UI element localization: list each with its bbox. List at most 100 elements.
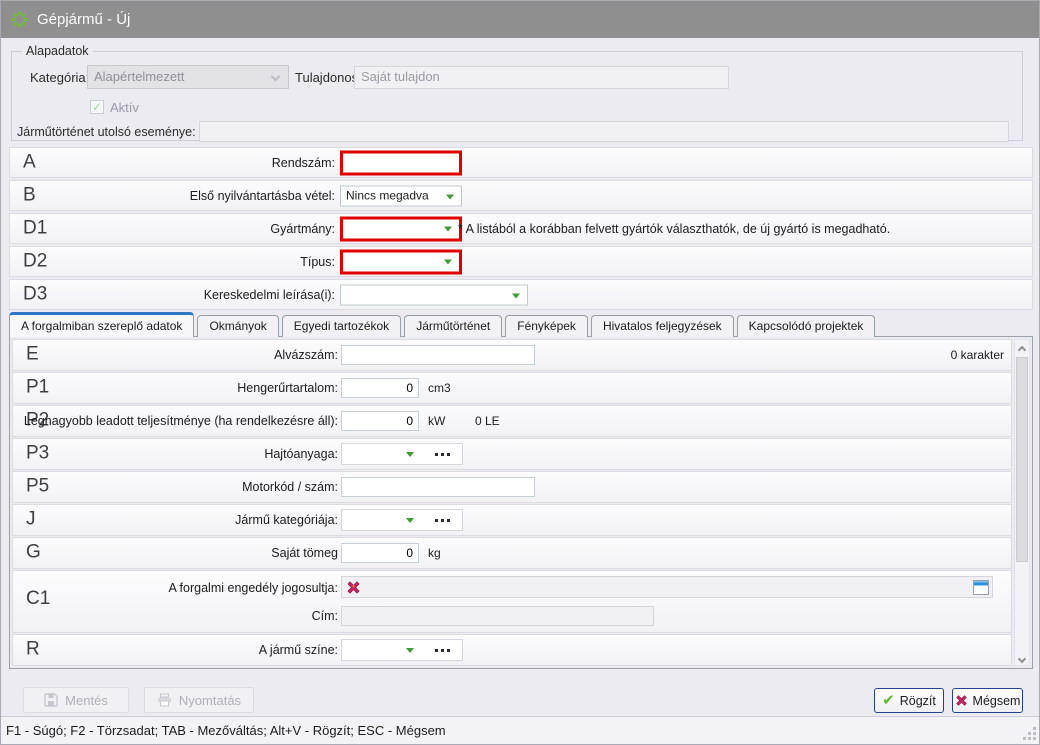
license-holder-field[interactable]: [341, 576, 993, 598]
row-D3: D3 Kereskedelmi leírása(i):: [9, 279, 1033, 310]
confirm-button[interactable]: ✔ Rögzít: [874, 688, 944, 713]
group-label: Alapadatok: [22, 44, 93, 58]
save-button: Mentés: [23, 687, 129, 713]
active-checkbox: ✓: [90, 100, 104, 114]
row-D1: D1 Gyártmány: * A listából a korábban fe…: [9, 213, 1033, 244]
vehicle-category-label: Jármű kategóriája:: [13, 513, 338, 527]
tab-label: Egyedi tartozékok: [294, 319, 389, 333]
save-button-label: Mentés: [65, 693, 108, 708]
vehicle-color-dropdown[interactable]: [341, 639, 463, 661]
owner-label: Tulajdonos:: [295, 70, 362, 85]
checkmark-icon: ✓: [92, 100, 102, 114]
vertical-scrollbar[interactable]: [1014, 339, 1030, 666]
tab-traffic-data[interactable]: A forgalmiban szereplő adatok: [9, 312, 194, 337]
vehicle-color-label: A jármű színe:: [13, 643, 338, 657]
owner-value: Saját tulajdon: [361, 69, 440, 84]
fuel-type-label: Hajtóanyaga:: [13, 447, 338, 461]
fuel-type-dropdown[interactable]: [341, 443, 463, 465]
tab-label: Járműtörténet: [416, 319, 490, 333]
title-bar: Gépjármű - Új: [1, 1, 1039, 38]
chevron-down-icon: [271, 72, 281, 82]
scrollbar-thumb[interactable]: [1016, 357, 1028, 562]
address-label: Cím:: [13, 609, 338, 623]
plate-required-frame: [340, 150, 462, 175]
vehicle-category-dropdown[interactable]: [341, 509, 463, 531]
history-label: Járműtörténet utolsó eseménye:: [17, 125, 196, 139]
first-registration-value: Nincs megadva: [346, 188, 429, 202]
dropdown-arrow-icon: [444, 259, 452, 264]
active-label: Aktív: [110, 100, 139, 115]
tab-official-notes[interactable]: Hivatalos feljegyzések: [591, 315, 734, 337]
max-power-input[interactable]: [341, 411, 419, 431]
own-weight-unit: kg: [428, 546, 441, 560]
status-bar: F1 - Súgó; F2 - Törzsadat; TAB - Mezővál…: [1, 716, 1039, 744]
ellipsis-button[interactable]: [435, 649, 450, 652]
chassis-number-input[interactable]: [341, 345, 535, 365]
row-R: R A jármű színe:: [12, 634, 1012, 666]
row-B: B Első nyilvántartásba vétel: Nincs mega…: [9, 180, 1033, 211]
commercial-description-label: Kereskedelmi leírása(i):: [10, 288, 335, 302]
dropdown-arrow-icon: [512, 293, 520, 298]
ellipsis-button[interactable]: [435, 519, 450, 522]
vehicle-new-dialog: Gépjármű - Új Alapadatok Kategória: Alap…: [0, 0, 1040, 745]
displacement-unit: cm3: [428, 381, 451, 395]
resize-grip[interactable]: [1024, 728, 1036, 740]
basic-data-group: Alapadatok Kategória: Alapértelmezett Tu…: [11, 51, 1023, 141]
category-label: Kategória:: [30, 70, 89, 85]
char-count-text: 0 karakter: [951, 348, 1004, 362]
category-dropdown: Alapértelmezett: [87, 65, 289, 89]
engine-code-label: Motorkód / szám:: [13, 480, 338, 494]
tab-strip: A forgalmiban szereplő adatok Okmányok E…: [9, 312, 878, 337]
scroll-up-icon[interactable]: [1015, 340, 1029, 356]
displacement-input[interactable]: [341, 378, 419, 398]
make-hint-text: * A listából a korábban felvett gyártók …: [458, 222, 890, 236]
tab-related-projects[interactable]: Kapcsolódó projektek: [737, 315, 876, 337]
tab-documents[interactable]: Okmányok: [197, 315, 278, 337]
plate-label: Rendszám:: [10, 156, 335, 170]
row-P1: P1 Hengerűrtartalom: cm3: [12, 372, 1012, 404]
lookup-window-icon[interactable]: [973, 580, 989, 595]
max-power-label: Legnagyobb leadott teljesítménye (ha ren…: [13, 414, 338, 428]
ellipsis-button[interactable]: [435, 453, 450, 456]
tab-label: Hivatalos feljegyzések: [603, 319, 722, 333]
displacement-label: Hengerűrtartalom:: [13, 381, 338, 395]
row-D2: D2 Típus:: [9, 246, 1033, 277]
owner-field: Saját tulajdon: [354, 66, 729, 89]
tab-vehicle-history[interactable]: Járműtörténet: [404, 315, 502, 337]
cancel-button[interactable]: Mégsem: [952, 688, 1023, 713]
type-label: Típus:: [10, 255, 335, 269]
confirm-check-icon: ✔: [882, 694, 895, 708]
row-P5: P5 Motorkód / szám:: [12, 471, 1012, 503]
dropdown-arrow-icon: [406, 648, 414, 653]
row-C1: C1 A forgalmi engedély jogosultja: Cím:: [12, 570, 1012, 633]
commercial-description-dropdown[interactable]: [340, 284, 528, 305]
type-dropdown[interactable]: [343, 252, 459, 271]
make-dropdown[interactable]: [343, 219, 459, 238]
cancel-x-icon: [955, 694, 968, 707]
history-field: [199, 121, 1009, 142]
own-weight-input[interactable]: [341, 543, 419, 563]
window-title: Gépjármű - Új: [37, 11, 130, 28]
tab-accessories[interactable]: Egyedi tartozékok: [282, 315, 401, 337]
print-icon: [157, 693, 172, 707]
tab-label: Fényképek: [517, 319, 576, 333]
make-required-frame: [340, 216, 462, 241]
category-value: Alapértelmezett: [94, 69, 184, 84]
tab-label: Okmányok: [209, 319, 266, 333]
dropdown-arrow-icon: [444, 226, 452, 231]
tab-label: Kapcsolódó projektek: [749, 319, 864, 333]
status-hint-text: F1 - Súgó; F2 - Törzsadat; TAB - Mezővál…: [6, 723, 446, 738]
plate-input[interactable]: [343, 153, 459, 172]
tab-photos[interactable]: Fényképek: [505, 315, 588, 337]
print-button-label: Nyomtatás: [179, 693, 241, 708]
clear-x-icon[interactable]: [346, 580, 361, 595]
scroll-down-icon[interactable]: [1015, 649, 1029, 665]
make-label: Gyártmány:: [10, 222, 335, 236]
dropdown-arrow-icon: [406, 452, 414, 457]
max-power-unit: kW: [428, 414, 445, 428]
dropdown-arrow-icon: [446, 194, 454, 199]
address-field: [341, 606, 654, 626]
engine-code-input[interactable]: [341, 477, 535, 497]
dropdown-arrow-icon: [406, 518, 414, 523]
first-registration-dropdown[interactable]: Nincs megadva: [340, 185, 462, 206]
